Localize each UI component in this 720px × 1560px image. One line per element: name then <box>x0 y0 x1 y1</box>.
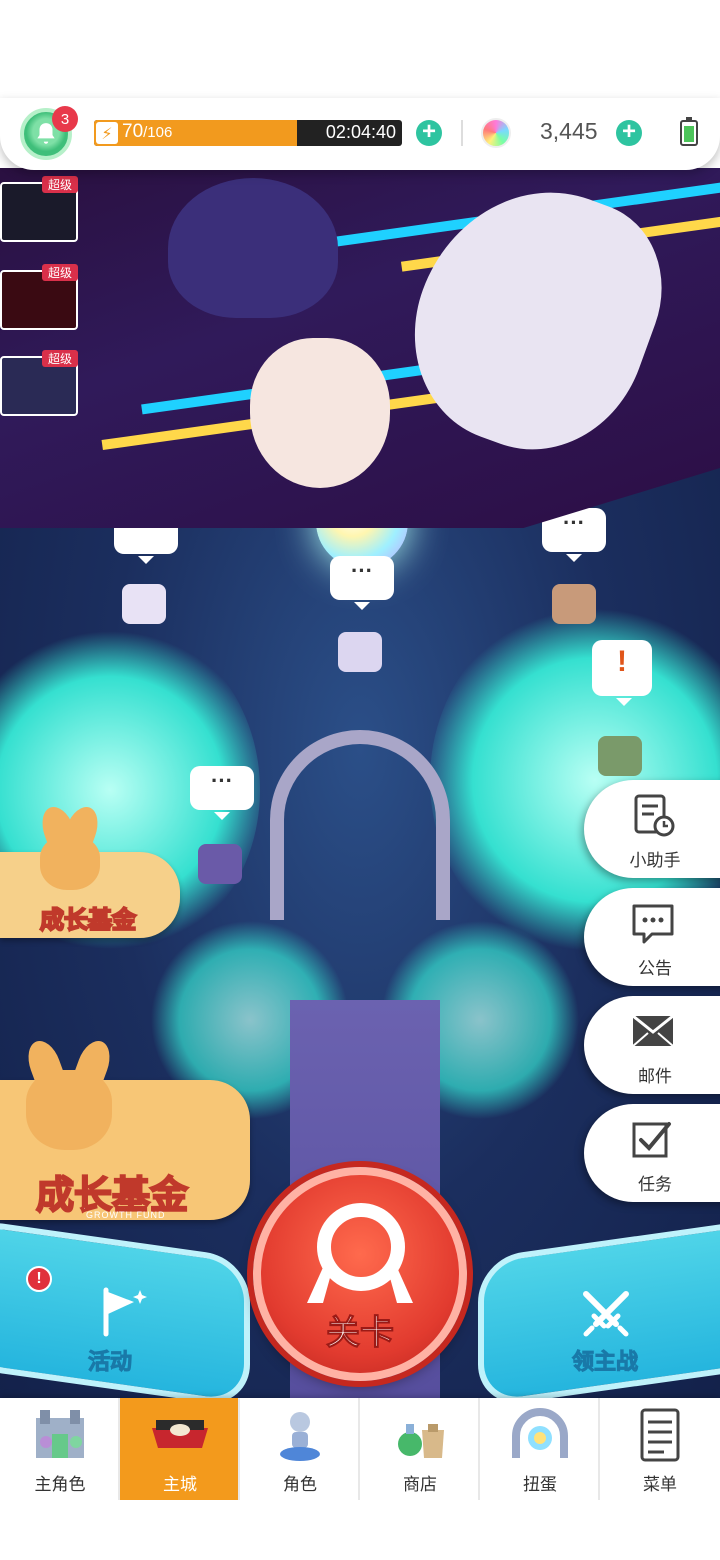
add-stamina-button[interactable]: + <box>416 120 442 146</box>
flag-icon <box>103 1287 147 1337</box>
event-thumb[interactable]: 超级 <box>0 176 78 242</box>
npc-sprite[interactable] <box>598 736 642 776</box>
notification-button[interactable]: 3 <box>20 106 78 160</box>
stage-button[interactable]: 关卡 <box>253 1167 467 1381</box>
portal-arch <box>270 730 450 920</box>
activity-label: 活动 <box>87 1350 133 1376</box>
nav-label: 主角色 <box>34 1475 86 1495</box>
portal-pillars-icon <box>307 1263 413 1303</box>
nav-main-city[interactable]: 主城 <box>120 1398 240 1500</box>
announcement-button[interactable]: 公告 <box>584 888 720 986</box>
super-tag: 超级 <box>41 264 78 281</box>
lightning-icon: ⚡ <box>96 122 118 144</box>
chat-bubble-icon <box>632 904 674 944</box>
stamina-bar: ⚡ 70/106 02:04:40 <box>94 120 402 146</box>
growth-fund-small[interactable]: 成长基金 <box>0 812 190 942</box>
red-gate-icon <box>152 1420 208 1448</box>
game-screen: ··· ··· ··· ! ··· 超级 超级 超级 3 ⚡ 70/106 02… <box>0 0 720 1560</box>
character-hat <box>168 178 338 318</box>
activity-alert-badge: ! <box>26 1266 52 1292</box>
super-tag: 超级 <box>41 350 78 367</box>
mail-label: 邮件 <box>638 1067 672 1087</box>
npc-sprite[interactable] <box>198 844 242 884</box>
tasks-label: 任务 <box>638 1175 672 1195</box>
fund-subtitle: GROWTH FUND <box>86 1210 166 1220</box>
assistant-label: 小助手 <box>629 851 681 871</box>
event-thumb[interactable]: 超级 <box>0 350 78 416</box>
npc-sprite[interactable] <box>122 584 166 624</box>
nav-menu[interactable]: 菜单 <box>600 1398 720 1500</box>
npc-sprite[interactable] <box>338 632 382 672</box>
nav-characters[interactable]: 角色 <box>240 1398 360 1500</box>
event-banner[interactable] <box>0 168 720 528</box>
assistant-button[interactable]: 小助手 <box>584 780 720 878</box>
bottom-safe-area <box>0 1500 720 1560</box>
fund-title: 成长基金 <box>39 905 137 935</box>
lord-battle-label: 领主战 <box>571 1350 639 1376</box>
crossed-swords-icon <box>583 1291 629 1337</box>
nav-label: 主城 <box>163 1475 197 1495</box>
battery-icon <box>680 117 698 146</box>
stamina-timer: 02:04:40 <box>325 122 396 142</box>
notification-badge: 3 <box>52 106 78 132</box>
gacha-portal-icon <box>512 1408 568 1458</box>
status-bar: 3 ⚡ 70/106 02:04:40 + 3,445 + <box>0 98 720 170</box>
nav-gacha[interactable]: 扭蛋 <box>480 1398 600 1500</box>
super-tag: 超级 <box>41 176 78 193</box>
speech-bubble[interactable]: ··· <box>190 766 254 820</box>
character-hair <box>382 168 688 480</box>
list-document-icon <box>640 1408 680 1462</box>
nav-label: 菜单 <box>643 1475 677 1495</box>
quest-alert-bubble[interactable]: ! <box>592 640 652 706</box>
envelope-icon <box>632 1014 674 1047</box>
clipboard-clock-icon <box>634 794 675 837</box>
nav-shop[interactable]: 商店 <box>360 1398 480 1500</box>
bottom-nav: 主角色 主城 角色 商店 扭蛋 菜单 <box>0 1398 720 1500</box>
growth-fund-large[interactable]: 成长基金 GROWTH FUND <box>0 1030 260 1230</box>
nav-label: 角色 <box>283 1475 317 1495</box>
checkbox-icon <box>632 1122 671 1158</box>
event-thumbnails: 超级 超级 超级 <box>0 172 80 422</box>
nav-main-character[interactable]: 主角色 <box>0 1398 120 1500</box>
nav-label: 商店 <box>403 1475 437 1495</box>
tasks-button[interactable]: 任务 <box>584 1104 720 1202</box>
character-face <box>250 338 390 488</box>
add-gems-button[interactable]: + <box>616 120 642 146</box>
divider <box>461 120 463 146</box>
fox-mascot-icon <box>40 836 100 890</box>
fox-mascot-icon <box>26 1070 112 1150</box>
speech-bubble[interactable]: ··· <box>330 556 394 610</box>
stage-label: 关卡 <box>326 1313 395 1354</box>
gem-count: 3,445 <box>540 118 598 144</box>
gem-icon <box>481 118 511 148</box>
nav-label: 扭蛋 <box>523 1475 557 1495</box>
stamina-value: 70/106 <box>122 121 173 142</box>
npc-sprite[interactable] <box>552 584 596 624</box>
mail-button[interactable]: 邮件 <box>584 996 720 1094</box>
figure-statue-icon <box>280 1412 320 1461</box>
potion-bag-icon <box>398 1424 444 1458</box>
castle-gate-icon <box>36 1410 84 1458</box>
event-thumb[interactable]: 超级 <box>0 264 78 330</box>
announcement-label: 公告 <box>638 959 672 979</box>
